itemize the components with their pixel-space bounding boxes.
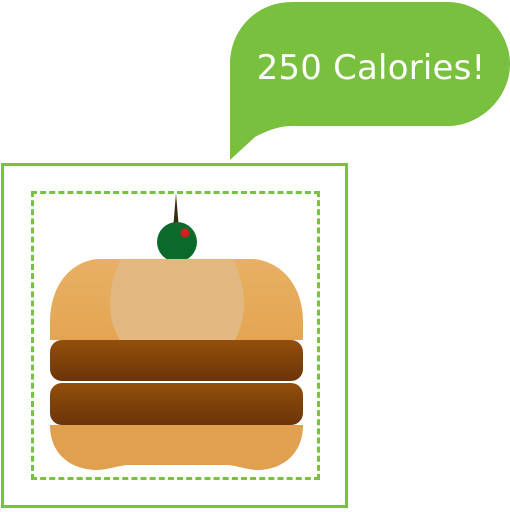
selection-outline [31,191,320,480]
calorie-callout-text: 250 Calories! [256,48,486,88]
stage: 250 Calories! [0,0,510,512]
